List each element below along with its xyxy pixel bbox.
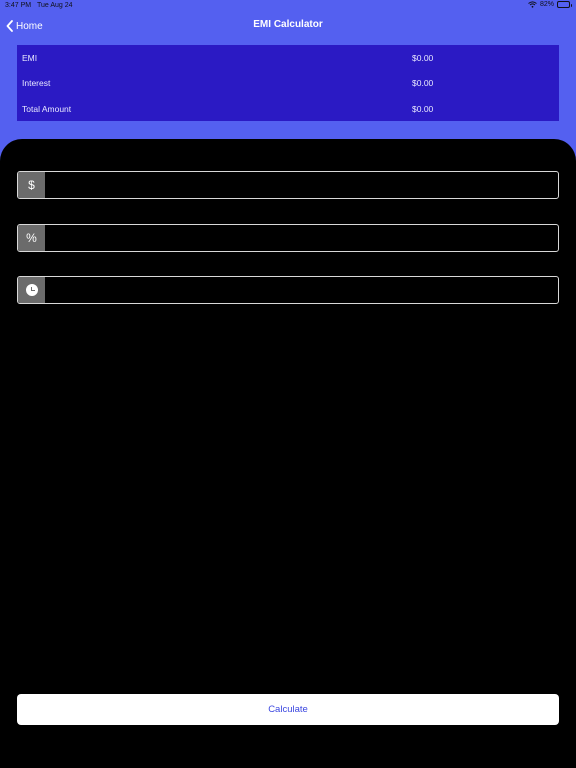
- wifi-icon: [528, 1, 537, 8]
- clock-icon: [25, 284, 38, 296]
- tenure-prefix: [18, 277, 45, 303]
- loan-amount-field[interactable]: $: [17, 171, 559, 199]
- calculate-button[interactable]: Calculate: [17, 694, 559, 725]
- summary-value: $0.00: [412, 78, 434, 89]
- summary-row-total: Total Amount $0.00: [17, 96, 559, 121]
- summary-value: $0.00: [412, 53, 434, 63]
- battery-cap: [570, 3, 572, 7]
- percent-prefix: %: [18, 225, 45, 251]
- status-bar: 3:47 PM Tue Aug 24 82%: [0, 0, 576, 12]
- summary-row-interest: Interest $0.00: [17, 70, 559, 95]
- navigation-bar: Home EMI Calculator: [0, 12, 576, 40]
- screen: 3:47 PM Tue Aug 24 82% Home EMI Calculat…: [0, 0, 576, 768]
- summary-label: Total Amount: [22, 103, 72, 114]
- tenure-input[interactable]: [45, 277, 558, 303]
- status-time: 3:47 PM: [5, 2, 32, 9]
- status-date: Tue Aug 24: [37, 2, 73, 9]
- page-title: EMI Calculator: [253, 19, 323, 30]
- summary-label: EMI: [22, 53, 38, 63]
- summary-table: EMI $0.00 Interest $0.00 Total Amount $0…: [17, 45, 559, 121]
- summary-row-emi: EMI $0.00: [17, 45, 559, 70]
- summary-value: $0.00: [412, 103, 434, 114]
- loan-amount-input[interactable]: [45, 172, 558, 198]
- summary-label: Interest: [22, 78, 51, 89]
- tenure-field[interactable]: [17, 276, 559, 304]
- battery-icon: [557, 1, 572, 8]
- interest-rate-input[interactable]: [45, 225, 558, 251]
- interest-rate-field[interactable]: %: [17, 224, 559, 252]
- battery-percent: 82%: [539, 1, 554, 8]
- dollar-prefix: $: [18, 172, 45, 198]
- status-indicators: 82%: [528, 1, 572, 8]
